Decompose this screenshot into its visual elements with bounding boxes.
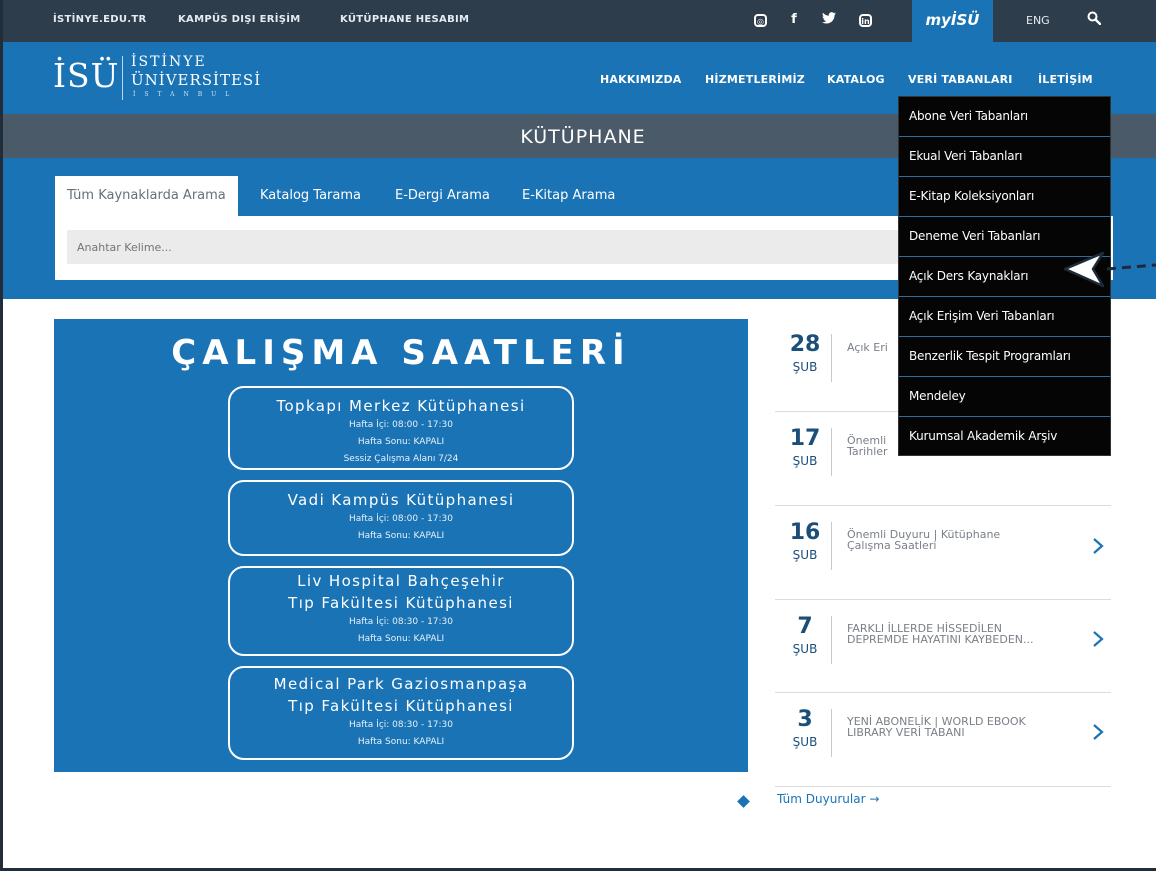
tab-ejournal-search[interactable]: E-Dergi Arama (395, 176, 490, 216)
browser-viewport: İSTİNYE.EDU.TR KAMPÜS DIŞI ERİŞİM KÜTÜPH… (3, 0, 1156, 868)
library-name: Topkapı Merkez Kütüphanesi (276, 397, 526, 415)
announcement-text: Önemli Duyuru | Kütüphane Çalışma Saatle… (847, 528, 1001, 552)
logo-line-2: ÜNİVERSİTESİ (131, 71, 262, 89)
tab-all-resources[interactable]: Tüm Kaynaklarda Arama (55, 176, 238, 216)
chevron-right-icon[interactable] (1091, 630, 1105, 648)
divider (831, 709, 832, 757)
library-name: Vadi Kampüs Kütüphanesi (287, 491, 515, 509)
nav-databases[interactable]: VERİ TABANLARI (908, 73, 1013, 86)
twitter-icon[interactable] (821, 12, 837, 28)
hours-line: Hafta İçi: 08:30 - 17:30 (348, 617, 454, 627)
announcement-item[interactable]: 7 ŞUB FARKLI İLLERDE HİSSEDİLEN DEPREMDE… (775, 600, 1111, 693)
menu-item-ebook-collections[interactable]: E-Kitap Koleksiyonları (899, 177, 1110, 217)
divider (831, 428, 832, 476)
announcement-text: YENİ ABONELİK | WORLD EBOOK LIBRARY VERİ… (847, 715, 1026, 739)
logo-line-1: İSTİNYE (131, 54, 207, 70)
chevron-right-icon[interactable] (1091, 537, 1105, 555)
library-hours-card: Vadi Kampüs Kütüphanesi Hafta İçi: 08:00… (228, 480, 574, 556)
menu-item-ekual-databases[interactable]: Ekual Veri Tabanları (899, 137, 1110, 177)
language-toggle[interactable]: ENG (1026, 14, 1050, 27)
announcement-month: ŞUB (792, 735, 818, 749)
hours-line: Hafta İçi: 08:00 - 17:30 (348, 514, 454, 524)
hours-line: Hafta Sonu: KAPALI (357, 531, 445, 541)
divider (831, 334, 832, 382)
hours-line: Hafta İçi: 08:00 - 17:30 (348, 420, 454, 430)
nav-contact[interactable]: İLETİŞİM (1038, 73, 1093, 86)
logo-abbreviation: İSÜ (53, 56, 120, 95)
announcement-day: 17 (789, 426, 821, 451)
nav-catalog[interactable]: KATALOG (827, 73, 885, 86)
announcement-day: 28 (789, 332, 821, 357)
tab-catalog-search[interactable]: Katalog Tarama (260, 176, 361, 216)
hours-line: Sessiz Çalışma Alanı 7/24 (343, 454, 459, 464)
announcement-day: 3 (797, 707, 813, 732)
announcement-item[interactable]: 3 ŞUB YENİ ABONELİK | WORLD EBOOK LIBRAR… (775, 693, 1111, 787)
announcement-month: ŞUB (792, 548, 818, 562)
link-library-account[interactable]: KÜTÜPHANE HESABIM (340, 14, 469, 25)
slider-dot[interactable] (737, 795, 750, 808)
library-name: Liv Hospital Bahçeşehir (297, 572, 505, 590)
chevron-right-icon[interactable] (1091, 723, 1105, 741)
library-name: Medical Park Gaziosmanpaşa (273, 675, 529, 693)
nav-services[interactable]: HİZMETLERİMİZ (705, 73, 805, 86)
menu-item-subscribed-databases[interactable]: Abone Veri Tabanları (899, 97, 1110, 137)
linkedin-icon[interactable]: in (859, 14, 872, 27)
divider (831, 522, 832, 570)
library-hours-card: Medical Park Gaziosmanpaşa Tıp Fakültesi… (228, 666, 574, 760)
logo-line-3: İSTANBUL (133, 91, 239, 98)
menu-item-institutional-archive[interactable]: Kurumsal Akademik Arşiv (899, 417, 1110, 457)
menu-item-plagiarism-programs[interactable]: Benzerlik Tespit Programları (899, 337, 1110, 377)
hours-line: Hafta Sonu: KAPALI (357, 437, 445, 447)
link-off-campus-access[interactable]: KAMPÜS DIŞI ERİŞİM (178, 14, 301, 25)
tab-ebook-search[interactable]: E-Kitap Arama (522, 176, 615, 216)
logo-divider (122, 56, 123, 100)
announcement-month: ŞUB (792, 360, 818, 374)
instagram-icon[interactable]: ◎ (754, 14, 767, 27)
hours-line: Hafta İçi: 08:30 - 17:30 (348, 720, 454, 730)
search-icon[interactable] (1087, 10, 1102, 26)
announcement-month: ŞUB (792, 454, 818, 468)
myisu-button[interactable]: myİSÜ (912, 0, 993, 42)
divider (831, 616, 832, 664)
announcement-text: FARKLI İLLERDE HİSSEDİLEN DEPREMDE HAYAT… (847, 622, 1034, 646)
library-hours-card: Topkapı Merkez Kütüphanesi Hafta İçi: 08… (228, 386, 574, 470)
link-istinye-edu[interactable]: İSTİNYE.EDU.TR (53, 14, 146, 25)
library-name: Tıp Fakültesi Kütüphanesi (288, 697, 514, 715)
hours-line: Hafta Sonu: KAPALI (357, 634, 445, 644)
working-hours-title: ÇALIŞMA SAATLERİ (171, 333, 631, 373)
menu-item-mendeley[interactable]: Mendeley (899, 377, 1110, 417)
facebook-icon[interactable]: f (786, 12, 802, 28)
nav-about[interactable]: HAKKIMIZDA (600, 73, 682, 86)
announcement-day: 16 (789, 520, 821, 545)
announcement-day: 7 (797, 614, 813, 639)
all-announcements-link[interactable]: Tüm Duyurular → (777, 792, 879, 806)
library-name: Tıp Fakültesi Kütüphanesi (288, 594, 514, 612)
menu-item-open-access-databases[interactable]: Açık Erişim Veri Tabanları (899, 297, 1110, 337)
working-hours-banner[interactable]: ÇALIŞMA SAATLERİ Topkapı Merkez Kütüphan… (54, 319, 748, 772)
pointer-arrow-icon (1063, 251, 1156, 288)
announcement-month: ŞUB (792, 642, 818, 656)
top-utility-bar: İSTİNYE.EDU.TR KAMPÜS DIŞI ERİŞİM KÜTÜPH… (3, 0, 1156, 42)
announcement-item[interactable]: 16 ŞUB Önemli Duyuru | Kütüphane Çalışma… (775, 506, 1111, 600)
library-hours-card: Liv Hospital Bahçeşehir Tıp Fakültesi Kü… (228, 566, 574, 656)
hours-line: Hafta Sonu: KAPALI (357, 737, 445, 747)
